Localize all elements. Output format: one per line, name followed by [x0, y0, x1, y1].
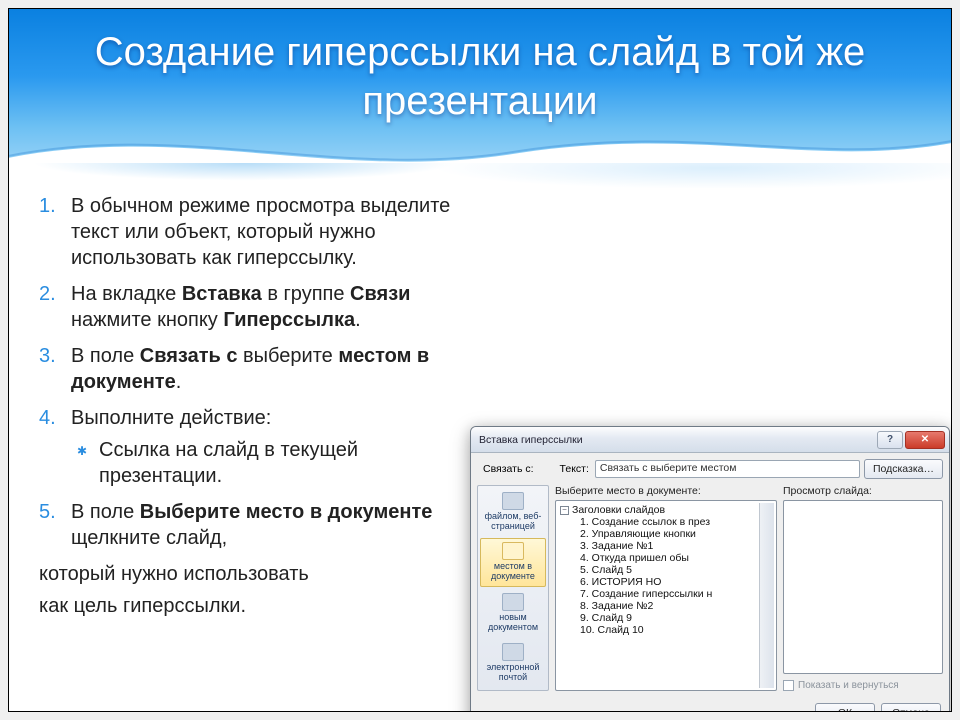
- close-button[interactable]: ✕: [905, 431, 945, 449]
- dialog-top-row: Связать с: Текст: Связать с выберите мес…: [477, 459, 943, 479]
- tree-item[interactable]: 10. Слайд 10: [558, 624, 774, 636]
- tree-group-headings[interactable]: − Заголовки слайдов: [558, 504, 774, 516]
- dialog-main: файлом, веб-страницей местом в документе…: [477, 485, 943, 691]
- slide-body: В обычном режиме просмотра выделите текс…: [33, 193, 483, 625]
- text-label: Текст:: [554, 463, 591, 475]
- choose-place-label: Выберите место в документе:: [555, 485, 777, 497]
- ok-button[interactable]: ОК: [815, 703, 875, 712]
- show-return-row[interactable]: Показать и вернуться: [783, 680, 943, 691]
- globe-file-icon: [502, 492, 524, 510]
- center-column: Выберите место в документе: − Заголовки …: [555, 485, 777, 691]
- step-5: В поле Выберите место в документе щелкни…: [33, 499, 483, 551]
- tree-scrollbar[interactable]: [759, 503, 774, 688]
- place-tree[interactable]: − Заголовки слайдов 1. Создание ссылок в…: [555, 500, 777, 691]
- tree-item[interactable]: 8. Задание №2: [558, 600, 774, 612]
- cancel-button[interactable]: Отмена: [881, 703, 941, 712]
- sidebar-item-new-doc[interactable]: новым документом: [480, 589, 546, 637]
- tree-item[interactable]: 5. Слайд 5: [558, 564, 774, 576]
- step-2: На вкладке Вставка в группе Связи нажмит…: [33, 281, 483, 333]
- checkbox-icon[interactable]: [783, 680, 794, 691]
- tree-item[interactable]: 3. Задание №1: [558, 540, 774, 552]
- link-with-label: Связать с:: [477, 463, 536, 475]
- step-4: Выполните действие: Ссылка на слайд в те…: [33, 405, 483, 489]
- doc-place-icon: [502, 542, 524, 560]
- insert-hyperlink-dialog: Вставка гиперссылки ? ✕ Связать с: Текст…: [470, 426, 950, 712]
- tree-item[interactable]: 9. Слайд 9: [558, 612, 774, 624]
- help-button[interactable]: ?: [877, 431, 903, 449]
- collapse-icon[interactable]: −: [560, 506, 569, 515]
- trailing-line-2: как цель гиперссылки.: [33, 593, 483, 619]
- slide: Создание гиперссылки на слайд в той же п…: [8, 8, 952, 712]
- sidebar-item-file-web[interactable]: файлом, веб-страницей: [480, 488, 546, 536]
- tree-item[interactable]: 4. Откуда пришел обы: [558, 552, 774, 564]
- tree-item[interactable]: 1. Создание ссылок в през: [558, 516, 774, 528]
- wave-divider: [8, 118, 952, 178]
- tree-item[interactable]: 6. ИСТОРИЯ НО: [558, 576, 774, 588]
- preview-box: [783, 500, 943, 674]
- email-icon: [502, 643, 524, 661]
- slide-title: Создание гиперссылки на слайд в той же п…: [8, 28, 952, 126]
- step-1: В обычном режиме просмотра выделите текс…: [33, 193, 483, 271]
- dialog-body: Связать с: Текст: Связать с выберите мес…: [471, 453, 949, 697]
- link-to-sidebar: файлом, веб-страницей местом в документе…: [477, 485, 549, 691]
- text-input[interactable]: Связать с выберите местом: [595, 460, 860, 478]
- dialog-title: Вставка гиперссылки: [479, 434, 875, 446]
- dialog-footer: ОК Отмена: [471, 697, 949, 712]
- preview-column: Просмотр слайда: Показать и вернуться: [783, 485, 943, 691]
- trailing-line-1: который нужно использовать: [33, 561, 483, 587]
- step-3: В поле Связать с выберите местом в докум…: [33, 343, 483, 395]
- step-1-text: В обычном режиме просмотра выделите текс…: [71, 195, 450, 269]
- preview-label: Просмотр слайда:: [783, 485, 943, 497]
- step-4-sub: Ссылка на слайд в текущей презентации.: [71, 437, 483, 489]
- new-doc-icon: [502, 593, 524, 611]
- dialog-titlebar[interactable]: Вставка гиперссылки ? ✕: [471, 427, 949, 453]
- sidebar-item-email[interactable]: электронной почтой: [480, 639, 546, 687]
- tree-item[interactable]: 2. Управляющие кнопки: [558, 528, 774, 540]
- show-return-label: Показать и вернуться: [798, 680, 899, 691]
- hint-button[interactable]: Подсказка…: [864, 459, 943, 479]
- sidebar-item-place-in-doc[interactable]: местом в документе: [480, 538, 546, 586]
- tree-item[interactable]: 7. Создание гиперссылки н: [558, 588, 774, 600]
